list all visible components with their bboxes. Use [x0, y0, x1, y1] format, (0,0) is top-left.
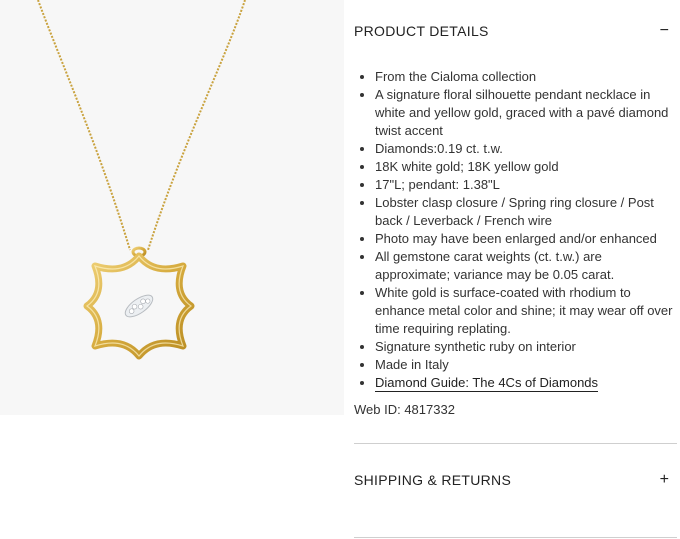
list-item: Lobster clasp closure / Spring ring clos…: [375, 194, 677, 230]
list-item: Diamonds:0.19 ct. t.w.: [375, 140, 677, 158]
product-info-panel: PRODUCT DETAILS − From the Cialoma colle…: [354, 0, 677, 516]
list-item: White gold is surface-coated with rhodiu…: [375, 284, 677, 338]
list-item: From the Cialoma collection: [375, 68, 677, 86]
list-item: All gemstone carat weights (ct. t.w.) ar…: [375, 248, 677, 284]
list-item: 18K white gold; 18K yellow gold: [375, 158, 677, 176]
web-id: Web ID: 4817332: [354, 402, 455, 417]
collapse-icon[interactable]: −: [660, 23, 669, 39]
list-item: Photo may have been enlarged and/or enha…: [375, 230, 677, 248]
list-item: 17"L; pendant: 1.38"L: [375, 176, 677, 194]
list-item: Diamond Guide: The 4Cs of Diamonds: [375, 374, 677, 392]
pendant-necklace-image: [37, 0, 246, 360]
diamond-guide-link[interactable]: Diamond Guide: The 4Cs of Diamonds: [375, 375, 599, 392]
divider: [354, 537, 677, 538]
product-details-list: From the Cialoma collection A signature …: [354, 68, 677, 392]
product-image[interactable]: [0, 0, 344, 415]
list-item: A signature floral silhouette pendant ne…: [375, 86, 677, 140]
list-item: Made in Italy: [375, 356, 677, 374]
product-details-title: PRODUCT DETAILS: [354, 23, 489, 39]
shipping-returns-title: SHIPPING & RETURNS: [354, 472, 512, 488]
shipping-returns-header[interactable]: SHIPPING & RETURNS +: [354, 444, 677, 516]
expand-icon[interactable]: +: [660, 472, 669, 488]
list-item: Signature synthetic ruby on interior: [375, 338, 677, 356]
product-details-header[interactable]: PRODUCT DETAILS −: [354, 0, 677, 62]
